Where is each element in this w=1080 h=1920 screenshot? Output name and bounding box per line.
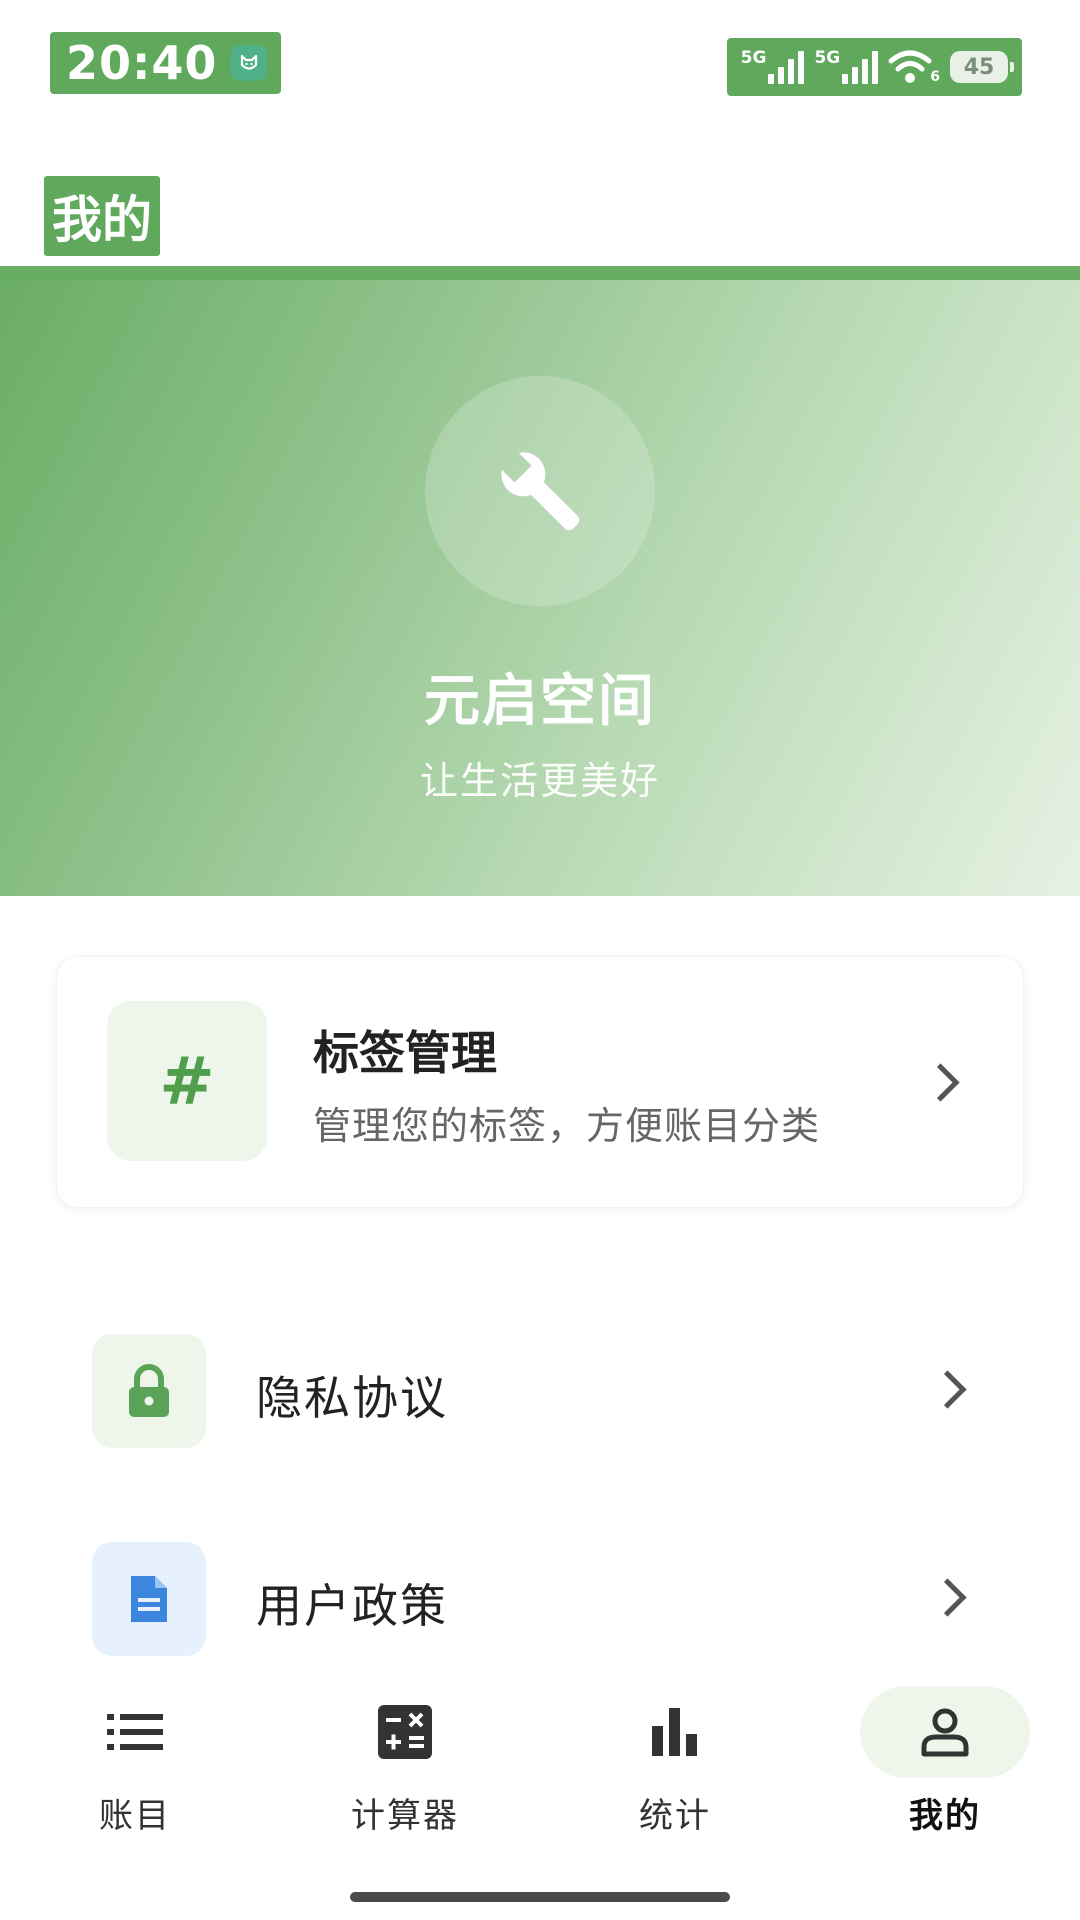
calculator-icon xyxy=(320,1686,490,1778)
nav-tab-accounts[interactable]: 账目 xyxy=(0,1670,270,1850)
signal-5g-2: 5G xyxy=(814,48,879,84)
hash-icon: # xyxy=(107,1001,267,1161)
user-policy-label: 用户政策 xyxy=(256,1579,448,1633)
privacy-agreement-label: 隐私协议 xyxy=(256,1371,448,1425)
tag-management-description: 管理您的标签，方便账目分类 xyxy=(313,1104,821,1148)
nav-label-statistics: 统计 xyxy=(639,1796,711,1836)
tag-management-title: 标签管理 xyxy=(313,1026,497,1080)
nav-tab-statistics[interactable]: 统计 xyxy=(540,1670,810,1850)
status-time: 20:40 xyxy=(66,36,218,90)
page-header: 我的 xyxy=(0,120,1080,280)
brand-name: 元启空间 xyxy=(424,669,656,734)
document-icon xyxy=(92,1542,206,1656)
profile-hero: 元启空间 让生活更美好 xyxy=(0,280,1080,896)
home-indicator[interactable] xyxy=(350,1892,730,1902)
nav-label-mine: 我的 xyxy=(909,1796,981,1836)
nav-tab-mine[interactable]: 我的 xyxy=(810,1670,1080,1850)
nav-label-calculator: 计算器 xyxy=(351,1796,459,1836)
header-divider xyxy=(0,266,1080,280)
signal-5g-1: 5G xyxy=(740,48,805,84)
network-type-label: 5G xyxy=(740,48,767,68)
app-notification-icon xyxy=(231,45,268,81)
tag-management-card[interactable]: # 标签管理 管理您的标签，方便账目分类 xyxy=(56,956,1024,1208)
status-time-group: 20:40 xyxy=(50,32,282,94)
status-bar: 20:40 5G 5G 6 45 xyxy=(0,0,1080,120)
bottom-navigation: 账目 计算器 统计 我的 xyxy=(0,1670,1080,1920)
signal-bars-icon xyxy=(842,50,879,84)
chevron-right-icon xyxy=(928,1370,967,1409)
person-icon xyxy=(860,1686,1030,1778)
bar-chart-icon xyxy=(590,1686,760,1778)
wifi-standard-label: 6 xyxy=(930,69,940,85)
user-policy-row[interactable]: 用户政策 xyxy=(0,1528,1080,1668)
list-icon xyxy=(50,1686,220,1778)
status-indicators: 5G 5G 6 45 xyxy=(726,38,1022,96)
brand-slogan: 让生活更美好 xyxy=(419,759,660,803)
page-title-group: 我的 xyxy=(44,176,160,256)
lock-icon xyxy=(92,1334,206,1448)
network-type-label: 5G xyxy=(814,48,841,68)
privacy-agreement-row[interactable]: 隐私协议 xyxy=(0,1320,1080,1460)
wrench-icon xyxy=(425,376,655,606)
signal-bars-icon xyxy=(768,50,805,84)
chevron-right-icon xyxy=(928,1578,967,1617)
wifi-icon: 6 xyxy=(888,49,940,85)
profile-screen: 20:40 5G 5G 6 45 我的 元启空间 让生活更美好 # 标签管理 管… xyxy=(0,0,1080,1920)
page-title: 我的 xyxy=(52,191,152,249)
battery-indicator: 45 xyxy=(950,51,1014,83)
chevron-right-icon xyxy=(921,1063,960,1102)
nav-label-accounts: 账目 xyxy=(99,1796,171,1836)
nav-tab-calculator[interactable]: 计算器 xyxy=(270,1670,540,1850)
